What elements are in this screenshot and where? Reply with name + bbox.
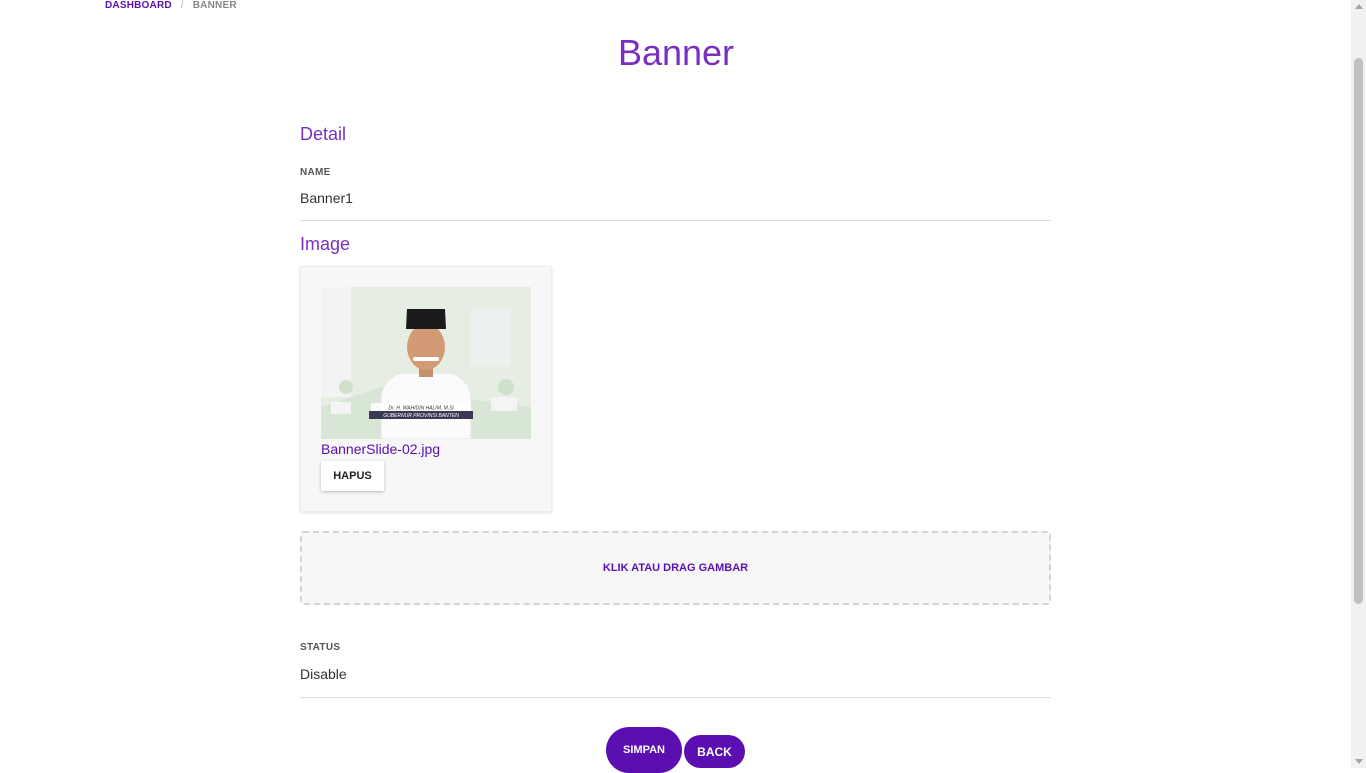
image-dropzone[interactable]: KLIK ATAU DRAG GAMBAR: [300, 531, 1051, 605]
detail-section-title: Detail: [300, 124, 347, 144]
image-section-title: Image: [300, 234, 351, 254]
banner-thumbnail-image: Dr. H. WAHIDIN HALIM, M.Si GUBERNUR PROV…: [321, 287, 531, 439]
breadcrumb-dashboard-link[interactable]: DASHBOARD: [105, 0, 172, 11]
vertical-scrollbar[interactable]: [1351, 0, 1366, 768]
name-input-underline: [300, 220, 1051, 221]
delete-image-button[interactable]: HAPUS: [321, 461, 384, 491]
breadcrumb-current: BANNER: [192, 0, 237, 11]
dropzone-label: KLIK ATAU DRAG GAMBAR: [602, 562, 749, 574]
thumbnail-caption-title: GUBERNUR PROVINSI BANTEN: [383, 413, 459, 419]
scroll-up-arrow-icon[interactable]: [1355, 4, 1363, 9]
status-select-underline: [300, 697, 1051, 698]
breadcrumb-separator: /: [180, 0, 184, 11]
thumbnail-caption-name: Dr. H. WAHIDIN HALIM, M.Si: [388, 406, 454, 412]
save-button[interactable]: SIMPAN: [606, 727, 682, 773]
status-select[interactable]: Disable: [300, 666, 347, 682]
image-card: Dr. H. WAHIDIN HALIM, M.Si GUBERNUR PROV…: [300, 266, 552, 512]
breadcrumb: DASHBOARD / BANNER: [105, 0, 237, 11]
name-label: NAME: [300, 167, 331, 178]
page-title: Banner: [617, 32, 735, 73]
scroll-down-arrow-icon[interactable]: [1355, 759, 1363, 764]
status-label: STATUS: [300, 642, 341, 653]
back-button[interactable]: BACK: [684, 735, 745, 768]
banner-thumbnail: Dr. H. WAHIDIN HALIM, M.Si GUBERNUR PROV…: [321, 287, 531, 439]
scrollbar-thumb[interactable]: [1354, 58, 1363, 604]
image-file-name: BannerSlide-02.jpg: [321, 441, 441, 457]
name-input[interactable]: Banner1: [300, 190, 353, 206]
